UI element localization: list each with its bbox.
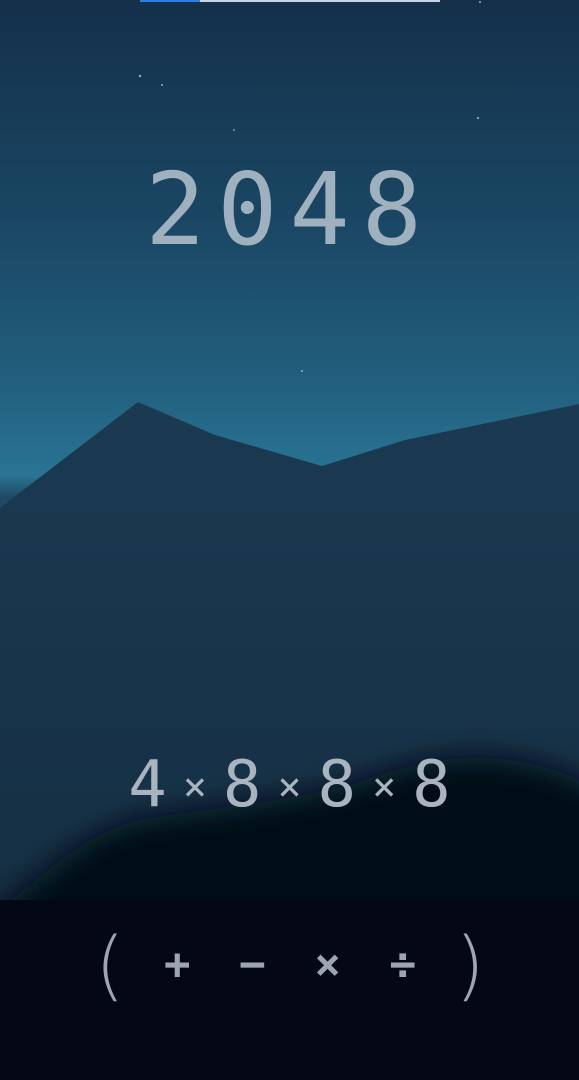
expression-operator[interactable]: × xyxy=(173,747,217,827)
expression-display: 4 × 8 × 8 × 8 xyxy=(0,745,579,841)
number-tile[interactable]: 4 xyxy=(122,745,173,825)
number-tile[interactable]: 8 xyxy=(406,745,457,825)
star xyxy=(476,116,480,120)
number-tile[interactable]: 8 xyxy=(217,745,268,825)
number-tile[interactable]: 8 xyxy=(312,745,363,825)
expression-operator[interactable]: × xyxy=(267,747,311,827)
star xyxy=(479,1,481,3)
multiply-button[interactable]: × xyxy=(300,920,356,1010)
star xyxy=(161,84,163,86)
close-paren-button[interactable]: ) xyxy=(450,920,490,1010)
game-screen: 2048 4 × 8 × 8 × 8 ( + − × ÷ ) xyxy=(0,0,579,1080)
star xyxy=(138,74,142,78)
operator-keypad: ( + − × ÷ ) xyxy=(90,920,490,1010)
star xyxy=(233,129,235,131)
minus-button[interactable]: − xyxy=(224,920,280,1010)
open-paren-button[interactable]: ( xyxy=(90,920,130,1010)
plus-button[interactable]: + xyxy=(149,920,205,1010)
star xyxy=(301,370,303,372)
divide-button[interactable]: ÷ xyxy=(375,920,431,1010)
target-number: 2048 xyxy=(145,151,434,268)
expression-operator[interactable]: × xyxy=(362,747,406,827)
